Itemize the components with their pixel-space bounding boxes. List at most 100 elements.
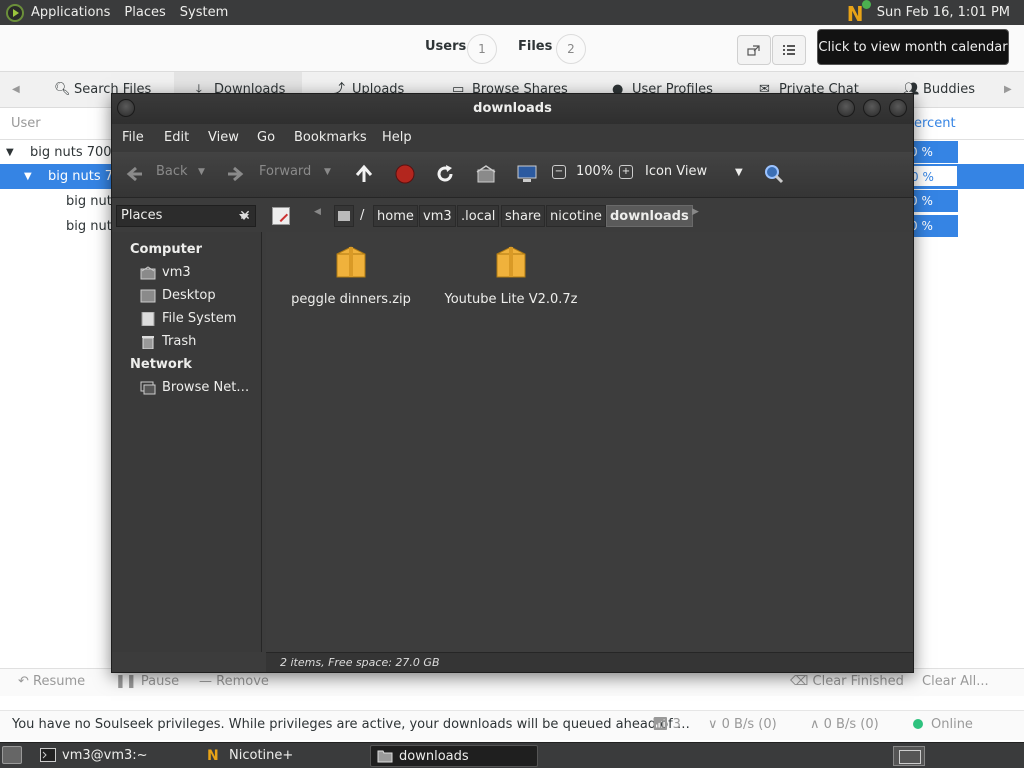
view-mode-select[interactable]: Icon View (645, 164, 707, 179)
pause-button[interactable]: ❚❚ Pause (115, 674, 179, 689)
sidebar-header-computer: Computer (130, 242, 203, 257)
task-nicotine[interactable]: N Nicotine+ (201, 745, 367, 767)
path-crumb-home[interactable]: home (373, 205, 418, 227)
files-label: Files (518, 39, 553, 54)
menu-view[interactable]: View (208, 130, 239, 145)
expander-down-icon[interactable]: ▼ (24, 164, 32, 189)
online-dot-icon (913, 719, 923, 729)
distro-logo-icon[interactable] (6, 3, 24, 22)
path-crumb-downloads[interactable]: downloads (606, 205, 693, 227)
sidebar-item-file-system[interactable]: File System (162, 311, 236, 326)
sidebar-header-network: Network (130, 357, 192, 372)
file-item[interactable]: peggle dinners.zip (281, 244, 421, 307)
path-root-button[interactable] (334, 205, 354, 227)
wifi-icon: 📶︎ (652, 717, 673, 732)
online-status[interactable]: Online (913, 717, 973, 732)
path-crumb-local[interactable]: .local (457, 205, 500, 227)
back-arrow-icon (126, 166, 142, 182)
files-count-badge: 2 (556, 34, 586, 64)
chevron-up-icon: ∧ (810, 717, 824, 732)
tab-scroll-left-icon[interactable]: ◀ (12, 72, 20, 108)
sidebar-item-desktop[interactable]: Desktop (162, 288, 216, 303)
remove-icon: — (199, 674, 217, 689)
nicotine-tray-icon[interactable]: N (847, 0, 871, 24)
menu-applications[interactable]: Applications (24, 0, 117, 25)
zoom-level: 100% (576, 164, 614, 179)
clock-tooltip: Click to view month calendar (817, 29, 1009, 65)
search-icon[interactable] (763, 163, 785, 185)
sidebar-item-vm3[interactable]: vm3 (162, 265, 191, 280)
users-count-badge: 1 (467, 34, 497, 64)
task-downloads[interactable]: downloads (370, 745, 538, 767)
expander-down-icon[interactable]: ▼ (6, 140, 14, 165)
file-icon-view[interactable]: peggle dinners.zip Youtube Lite V2.0.7z (266, 232, 913, 652)
menu-go[interactable]: Go (257, 130, 275, 145)
desktop-icon (140, 289, 156, 303)
file-name: peggle dinners.zip (291, 292, 411, 307)
back-button[interactable]: Back (156, 164, 188, 179)
up-arrow-icon[interactable] (353, 163, 375, 185)
forward-button[interactable]: Forward (259, 164, 311, 179)
clear-all-button[interactable]: Clear All... (922, 674, 989, 689)
close-sidebar-icon[interactable]: ✕ (234, 205, 256, 227)
clear-icon: ⌫ (790, 674, 813, 689)
window-title: downloads (473, 101, 552, 116)
group-by-button[interactable] (772, 35, 806, 65)
drive-icon (338, 211, 350, 221)
window-titlebar[interactable]: downloads (112, 94, 913, 124)
file-manager-window: downloads File Edit View Go Bookmarks He… (111, 93, 914, 673)
path-crumb-share[interactable]: share (501, 205, 546, 227)
menu-bookmarks[interactable]: Bookmarks (294, 130, 367, 145)
places-sidebar: Computer vm3 Desktop File System Trash N… (112, 232, 262, 652)
sidebar-item-trash[interactable]: Trash (162, 334, 196, 349)
resume-button[interactable]: ↶ Resume (18, 674, 85, 689)
menu-system[interactable]: System (173, 0, 235, 25)
file-item[interactable]: Youtube Lite V2.0.7z (441, 244, 581, 307)
menu-help[interactable]: Help (382, 130, 412, 145)
close-button[interactable] (889, 99, 907, 117)
home-icon[interactable] (475, 163, 497, 185)
expand-icon (747, 45, 760, 56)
menu-file[interactable]: File (122, 130, 144, 145)
minimize-button[interactable] (837, 99, 855, 117)
archive-file-icon (336, 246, 366, 278)
column-user[interactable]: User (11, 116, 41, 131)
show-desktop-button[interactable] (2, 746, 22, 764)
path-crumb-vm3[interactable]: vm3 (419, 205, 456, 227)
column-percent[interactable]: ercent (914, 116, 956, 131)
file-name: Youtube Lite V2.0.7z (444, 292, 578, 307)
computer-icon[interactable] (516, 163, 538, 185)
search-icon: 🔍︎ (54, 82, 71, 97)
chevron-down-icon: ∨ (708, 717, 722, 732)
download-speed: ∨ 0 B/s (0) (708, 717, 777, 732)
stop-icon[interactable] (394, 163, 416, 185)
nicotine-app-icon: N (207, 748, 219, 764)
home-folder-icon (140, 266, 156, 280)
toolbar: Back ▼ Forward ▼ − 100% + Icon View ▼ (112, 152, 913, 198)
remove-button[interactable]: — Remove (199, 674, 269, 689)
menu-edit[interactable]: Edit (164, 130, 189, 145)
bottom-taskbar: vm3@vm3:~ N Nicotine+ downloads (0, 742, 1024, 768)
tab-scroll-right-icon[interactable]: ▶ (1004, 72, 1012, 108)
path-scroll-right-icon[interactable]: ▶ (692, 207, 699, 217)
list-icon (783, 45, 795, 55)
path-crumb-nicotine[interactable]: nicotine (546, 205, 606, 227)
users-label: Users (425, 39, 467, 54)
view-mode-chevron-icon[interactable]: ▼ (735, 167, 743, 178)
edit-location-icon[interactable] (272, 207, 290, 225)
task-terminal[interactable]: vm3@vm3:~ (34, 745, 196, 767)
reload-icon[interactable] (434, 163, 456, 185)
maximize-button[interactable] (863, 99, 881, 117)
zoom-out-icon[interactable]: − (552, 165, 566, 179)
back-history-chevron-icon[interactable]: ▼ (198, 167, 205, 177)
zoom-in-icon[interactable]: + (619, 165, 633, 179)
clear-finished-button[interactable]: ⌫ Clear Finished (790, 674, 904, 689)
workspace-switcher[interactable] (893, 746, 925, 766)
network-icon (140, 381, 156, 395)
panel-clock[interactable]: Sun Feb 16, 1:01 PM (877, 5, 1024, 20)
menu-places[interactable]: Places (117, 0, 172, 25)
expand-all-button[interactable] (737, 35, 771, 65)
forward-history-chevron-icon[interactable]: ▼ (324, 167, 331, 177)
sidebar-item-browse-network[interactable]: Browse Net… (162, 380, 249, 395)
path-scroll-left-icon[interactable]: ◀ (314, 207, 321, 217)
